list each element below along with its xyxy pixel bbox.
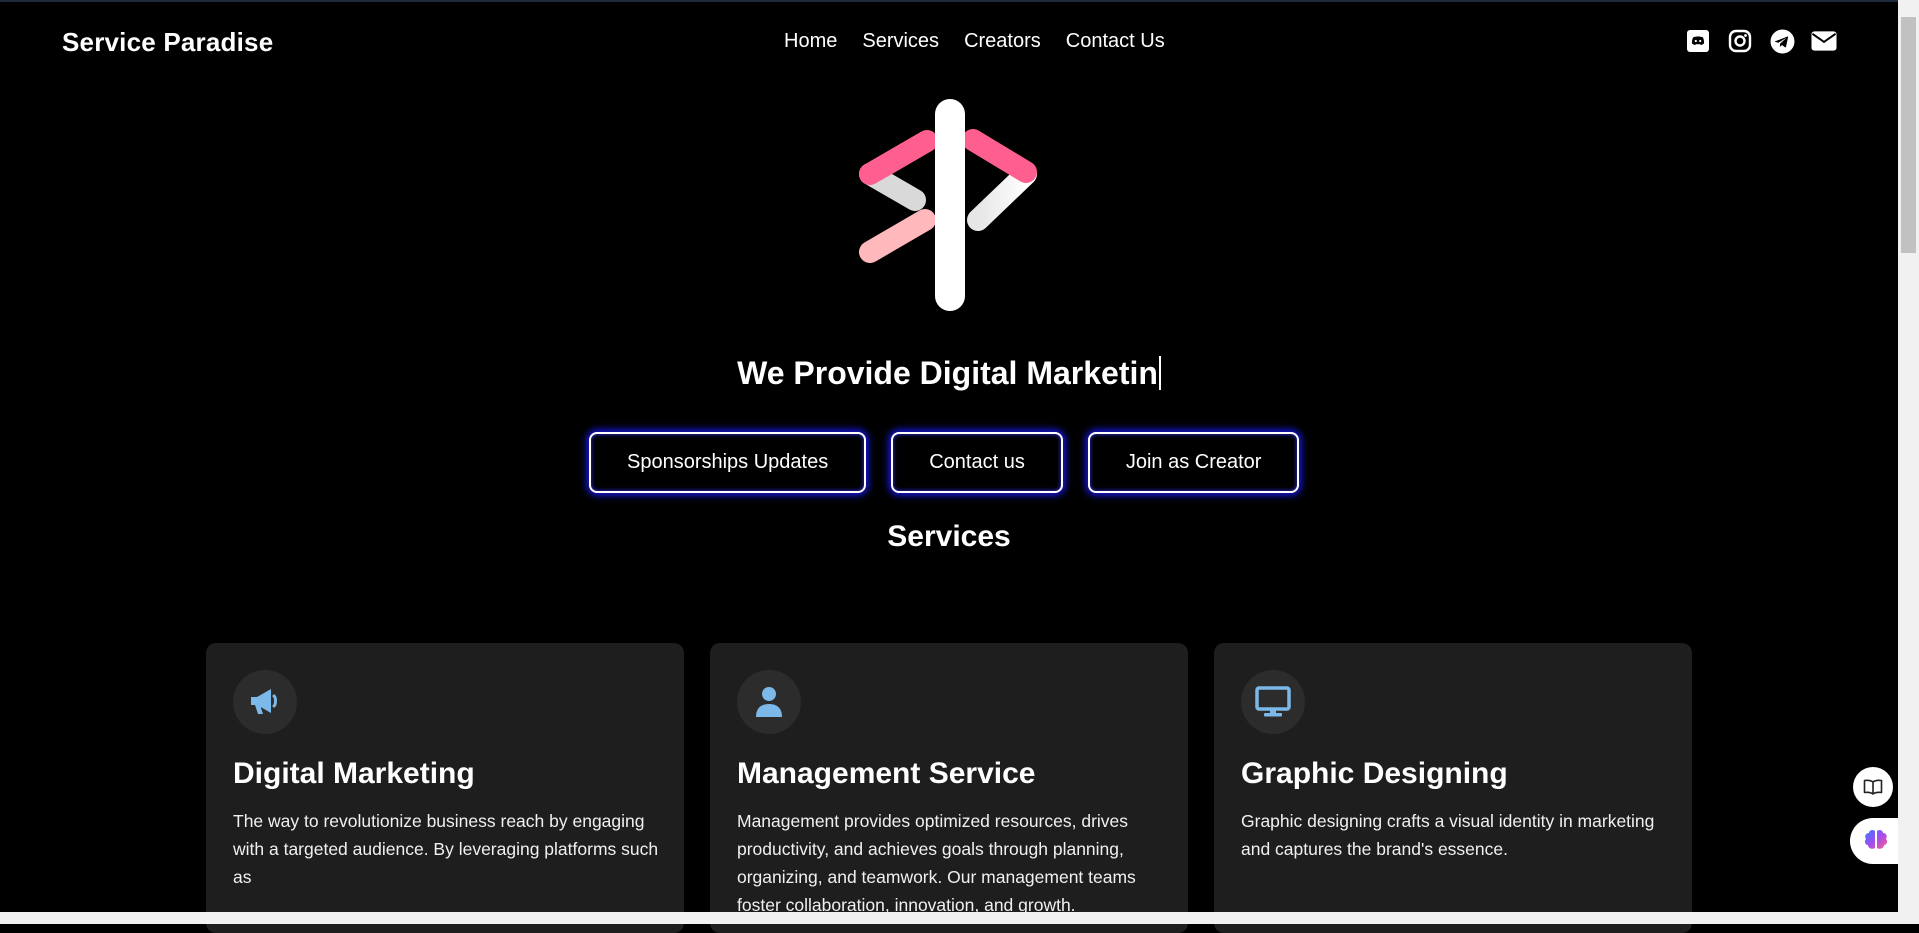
scrollbar-thumb[interactable] (1901, 17, 1916, 253)
service-card-text: Graphic designing crafts a visual identi… (1241, 811, 1655, 859)
book-icon[interactable] (1853, 767, 1893, 807)
horizontal-scrollbar[interactable] (0, 912, 1898, 924)
nav-link-contact-us[interactable]: Contact Us (1066, 30, 1165, 53)
vertical-scrollbar[interactable] (1898, 0, 1919, 924)
nav-link-home[interactable]: Home (784, 30, 837, 53)
typing-caret (1158, 355, 1161, 390)
instagram-icon[interactable] (1727, 28, 1753, 54)
nav-link-services[interactable]: Services (862, 30, 939, 53)
navbar: Service Paradise Home Services Creators … (0, 2, 1898, 80)
user-icon (737, 670, 801, 734)
service-paradise-logo (859, 99, 1037, 311)
services-cards: Digital Marketing The way to revolutioni… (206, 643, 1692, 933)
services-heading: Services (887, 520, 1011, 553)
hero-tagline: We Provide Digital Marketin (0, 355, 1898, 393)
megaphone-icon (233, 670, 297, 734)
hero-buttons: Sponsorships Updates Contact us Join as … (589, 432, 1300, 493)
join-as-creator-button[interactable]: Join as Creator (1087, 432, 1300, 493)
monitor-icon (1241, 670, 1305, 734)
tagline-text: We Provide Digital Marketin (737, 355, 1158, 391)
service-card-text: The way to revolutionize business reach … (233, 811, 659, 887)
service-card-title: Digital Marketing (233, 757, 475, 790)
social-links (1685, 28, 1837, 54)
discord-icon[interactable] (1685, 28, 1711, 54)
service-card-digital-marketing: Digital Marketing The way to revolutioni… (206, 643, 684, 933)
service-card-title: Management Service (737, 757, 1036, 790)
sponsorships-updates-button[interactable]: Sponsorships Updates (589, 432, 867, 493)
envelope-icon[interactable] (1811, 28, 1837, 54)
service-card-title: Graphic Designing (1241, 757, 1508, 790)
service-card-graphic-designing: Graphic Designing Graphic designing craf… (1214, 643, 1692, 933)
service-card-text: Management provides optimized resources,… (737, 811, 1136, 915)
contact-us-button[interactable]: Contact us (891, 432, 1063, 493)
nav-link-creators[interactable]: Creators (964, 30, 1041, 53)
telegram-icon[interactable] (1769, 28, 1795, 54)
service-card-management-service: Management Service Management provides o… (710, 643, 1188, 933)
brand-title[interactable]: Service Paradise (62, 27, 273, 58)
nav-links: Home Services Creators Contact Us (784, 30, 1165, 53)
